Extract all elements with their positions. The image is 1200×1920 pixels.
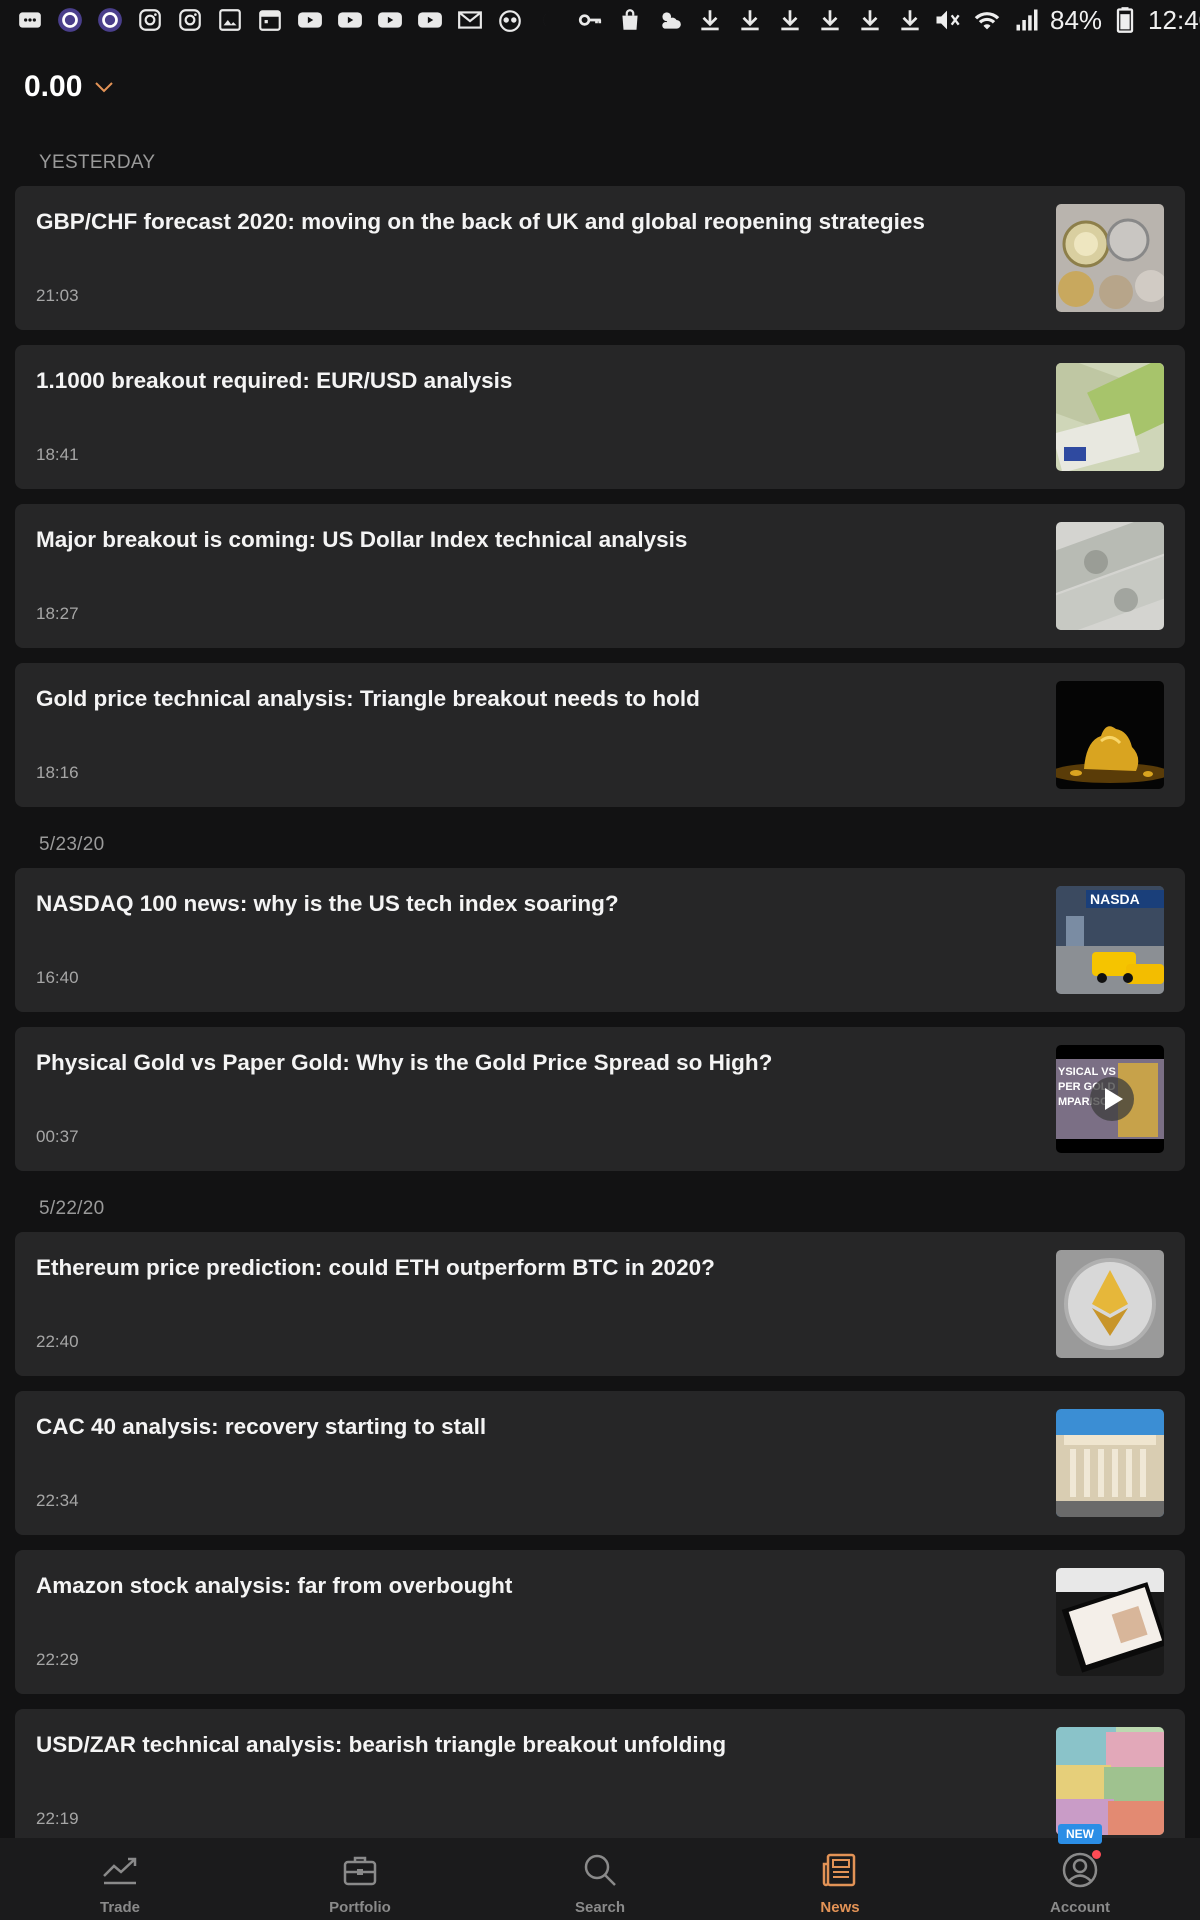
wifi-icon <box>970 3 1004 37</box>
download-icon <box>730 2 770 38</box>
svg-text:YSICAL VS: YSICAL VS <box>1058 1066 1116 1078</box>
news-time: 22:34 <box>36 1491 79 1510</box>
news-item[interactable]: Amazon stock analysis: far from overboug… <box>15 1550 1185 1694</box>
owl-icon <box>490 2 530 38</box>
news-thumbnail <box>1056 1409 1164 1517</box>
download-icon <box>770 2 810 38</box>
news-title: Gold price technical analysis: Triangle … <box>36 686 700 711</box>
nav-label: Portfolio <box>329 1899 391 1916</box>
news-thumbnail <box>1056 1727 1164 1835</box>
nav-search[interactable]: Search <box>480 1838 720 1920</box>
nav-portfolio[interactable]: Portfolio <box>240 1838 480 1920</box>
nav-account[interactable]: Account NEW <box>960 1824 1200 1920</box>
circle-app-icon <box>90 2 130 38</box>
news-title: Ethereum price prediction: could ETH out… <box>36 1255 715 1280</box>
instagram-icon <box>130 2 170 38</box>
trend-icon <box>100 1850 140 1895</box>
news-thumbnail <box>1056 1568 1164 1676</box>
download-icon <box>810 2 850 38</box>
instagram-icon <box>170 2 210 38</box>
key-icon <box>570 2 610 38</box>
gallery-icon <box>210 2 250 38</box>
news-item[interactable]: USD/ZAR technical analysis: bearish tria… <box>15 1709 1185 1840</box>
bag-icon <box>610 2 650 38</box>
youtube-icon <box>410 2 450 38</box>
news-time: 18:16 <box>36 763 79 782</box>
news-time: 16:40 <box>36 968 79 987</box>
section-date-header: 5/23/20 <box>39 834 105 855</box>
news-title: USD/ZAR technical analysis: bearish tria… <box>36 1732 727 1757</box>
youtube-icon <box>330 2 370 38</box>
news-time: 21:03 <box>36 286 79 305</box>
news-title: CAC 40 analysis: recovery starting to st… <box>36 1414 487 1439</box>
battery-icon <box>1108 3 1142 37</box>
news-time: 18:27 <box>36 604 79 623</box>
news-time: 18:41 <box>36 445 79 464</box>
section-date-header: YESTERDAY <box>39 152 156 173</box>
news-thumbnail <box>1056 363 1164 471</box>
nav-label: Trade <box>99 1899 141 1916</box>
news-item[interactable]: Gold price technical analysis: Triangle … <box>15 663 1185 807</box>
balance-selector[interactable]: 0.00 <box>24 70 116 104</box>
news-item[interactable]: CAC 40 analysis: recovery starting to st… <box>15 1391 1185 1535</box>
briefcase-icon <box>340 1850 380 1895</box>
notification-dot <box>1092 1850 1101 1859</box>
newspaper-icon <box>820 1850 860 1895</box>
weather-icon <box>650 2 690 38</box>
news-title: Amazon stock analysis: far from overboug… <box>36 1573 513 1598</box>
news-thumbnail <box>1056 204 1164 312</box>
news-thumbnail <box>1056 681 1164 789</box>
news-time: 22:29 <box>36 1650 79 1669</box>
moon-icon <box>530 2 570 38</box>
youtube-icon <box>370 2 410 38</box>
notification-icons <box>10 2 930 38</box>
search-icon <box>580 1850 620 1895</box>
calendar-icon <box>250 2 290 38</box>
status-bar: 84% 12:40 <box>0 0 1200 40</box>
messages-icon <box>10 2 50 38</box>
news-time: 00:37 <box>36 1127 79 1146</box>
download-icon <box>850 2 890 38</box>
nav-trade[interactable]: Trade <box>0 1838 240 1920</box>
download-icon <box>690 2 730 38</box>
news-item[interactable]: NASDAQ 100 news: why is the US tech inde… <box>15 868 1185 1012</box>
bottom-nav: Trade Portfolio Search News Account NEW <box>0 1824 1200 1920</box>
news-title: Physical Gold vs Paper Gold: Why is the … <box>36 1050 773 1075</box>
youtube-icon <box>290 2 330 38</box>
news-item[interactable]: Ethereum price prediction: could ETH out… <box>15 1232 1185 1376</box>
balance-value: 0.00 <box>24 70 83 103</box>
news-title: 1.1000 breakout required: EUR/USD analys… <box>36 368 513 393</box>
new-badge: NEW <box>1058 1824 1102 1844</box>
nav-label: News <box>820 1899 860 1916</box>
battery-percent: 84% <box>1050 4 1103 35</box>
news-title: GBP/CHF forecast 2020: moving on the bac… <box>36 209 925 234</box>
system-status: 84% 12:40 <box>930 3 1200 37</box>
news-thumbnail: YSICAL VS PER GOLD MPARISO <box>1056 1045 1164 1153</box>
news-time: 22:19 <box>36 1809 79 1828</box>
news-thumbnail <box>1056 1250 1164 1358</box>
news-item[interactable]: Physical Gold vs Paper Gold: Why is the … <box>15 1027 1185 1171</box>
news-item[interactable]: 1.1000 breakout required: EUR/USD analys… <box>15 345 1185 489</box>
news-time: 22:40 <box>36 1332 79 1351</box>
clock: 12:40 <box>1148 4 1200 35</box>
news-thumbnail: NASDA <box>1056 886 1164 994</box>
news-title: Major breakout is coming: US Dollar Inde… <box>36 527 688 552</box>
mute-icon <box>930 3 964 37</box>
svg-text:NASDA: NASDA <box>1090 891 1140 907</box>
section-date-header: 5/22/20 <box>39 1198 105 1219</box>
nav-label: Account <box>1050 1899 1110 1916</box>
news-item[interactable]: GBP/CHF forecast 2020: moving on the bac… <box>15 186 1185 330</box>
news-title: NASDAQ 100 news: why is the US tech inde… <box>36 891 619 916</box>
news-item[interactable]: Major breakout is coming: US Dollar Inde… <box>15 504 1185 648</box>
signal-icon <box>1010 3 1044 37</box>
news-thumbnail <box>1056 522 1164 630</box>
mail-icon <box>450 2 490 38</box>
circle-app-icon <box>50 2 90 38</box>
download-icon <box>890 2 930 38</box>
news-feed[interactable]: YESTERDAY GBP/CHF forecast 2020: moving o… <box>0 140 1200 1840</box>
chevron-down-icon <box>95 82 114 93</box>
nav-label: Search <box>574 1899 626 1916</box>
nav-news[interactable]: News <box>720 1838 960 1920</box>
